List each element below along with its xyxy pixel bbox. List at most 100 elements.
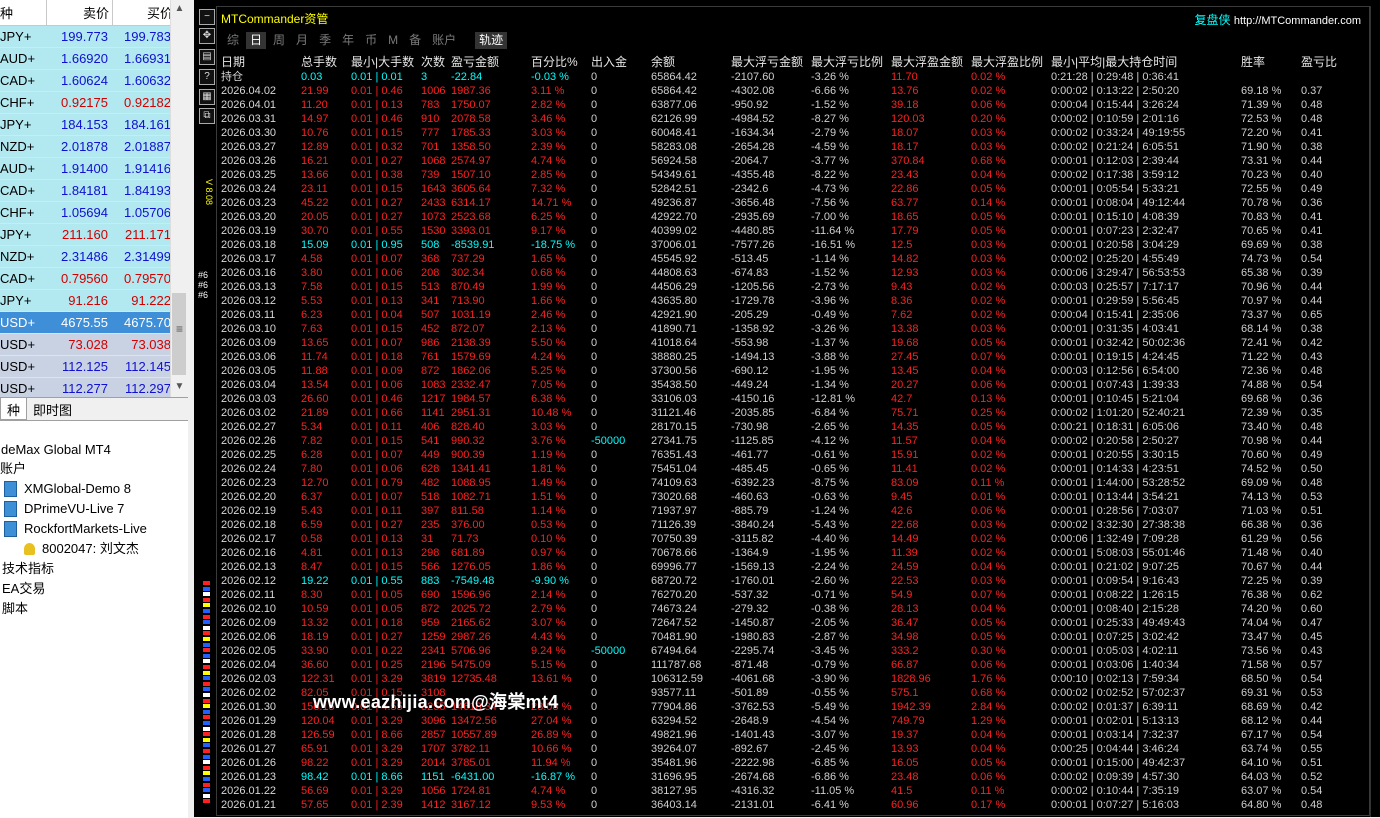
- account-item-rockfort[interactable]: RockfortMarkets-Live: [0, 519, 188, 539]
- column-header[interactable]: 百分比%: [531, 54, 578, 70]
- table-row[interactable]: 2026.03.11 6.23 0.01 | 0.04 507 1031.19 2.46 …: [217, 308, 1369, 322]
- table-row[interactable]: 2026.02.24 7.80 0.01 | 0.06 628 1341.41 1.81 …: [217, 462, 1369, 476]
- scripts-node[interactable]: 脚本: [0, 599, 188, 619]
- indicators-node[interactable]: 技术指标: [0, 559, 188, 579]
- table-row[interactable]: 2026.01.21 57.65 0.01 | 2.39 1412 3167.12 9.5…: [217, 798, 1369, 812]
- market-watch-row[interactable]: NZD+ 2.01878 2.01887: [0, 136, 188, 158]
- market-watch-row[interactable]: USD+ 112.277 112.297: [0, 378, 188, 398]
- account-item-dprime[interactable]: DPrimeVU-Live 7: [0, 499, 188, 519]
- table-row[interactable]: 2026.03.24 23.11 0.01 | 0.15 1643 3605.64 7.3…: [217, 182, 1369, 196]
- table-row[interactable]: 2026.03.09 13.65 0.01 | 0.07 986 2138.39 5.50…: [217, 336, 1369, 350]
- move-icon[interactable]: ✥: [199, 28, 215, 44]
- brand-url[interactable]: http://MTCommander.com: [1234, 15, 1361, 27]
- column-header[interactable]: 最小|大手数: [351, 54, 414, 70]
- column-header[interactable]: 最大浮盈金额: [891, 54, 963, 70]
- period-tab[interactable]: 月: [292, 32, 312, 49]
- table-row[interactable]: 2026.01.23 98.42 0.01 | 8.66 1151 -6431.00 -1…: [217, 770, 1369, 784]
- table-row[interactable]: 2026.03.26 16.21 0.01 | 0.27 1068 2574.97 4.7…: [217, 154, 1369, 168]
- column-header[interactable]: 最小|平均|最大持仓时间: [1051, 54, 1177, 70]
- table-row[interactable]: 2026.03.18 15.09 0.01 | 0.95 508 -8539.91 -18…: [217, 238, 1369, 252]
- table-row[interactable]: 2026.03.10 7.63 0.01 | 0.15 452 872.07 2.13 %…: [217, 322, 1369, 336]
- period-tab[interactable]: M: [384, 32, 402, 49]
- market-watch-row[interactable]: AUD+ 1.91400 1.91416: [0, 158, 188, 180]
- table-row[interactable]: 2026.02.19 5.43 0.01 | 0.11 397 811.58 1.14 %…: [217, 504, 1369, 518]
- table-row[interactable]: 2026.01.26 98.22 0.01 | 3.29 2014 3785.01 11.…: [217, 756, 1369, 770]
- minimize-icon[interactable]: −: [199, 9, 215, 25]
- table-row[interactable]: 2026.02.06 18.19 0.01 | 0.27 1259 2987.26 4.4…: [217, 630, 1369, 644]
- table-row[interactable]: 2026.02.27 5.34 0.01 | 0.11 406 828.40 3.03 %…: [217, 420, 1369, 434]
- table-row[interactable]: 2026.02.12 19.22 0.01 | 0.55 883 -7549.48 -9.…: [217, 574, 1369, 588]
- market-watch-scrollbar[interactable]: ▲ ≡ ▼: [170, 0, 188, 398]
- save-icon[interactable]: ▤: [199, 49, 215, 65]
- table-row[interactable]: 2026.03.17 4.58 0.01 | 0.07 368 737.29 1.65 %…: [217, 252, 1369, 266]
- panel-brand[interactable]: 复盘侠 http://MTCommander.com: [1194, 11, 1361, 28]
- table-row[interactable]: 2026.03.31 14.97 0.01 | 0.46 910 2078.58 3.46…: [217, 112, 1369, 126]
- table-row[interactable]: 2026.03.16 3.80 0.01 | 0.06 208 302.34 0.68 %…: [217, 266, 1369, 280]
- column-header[interactable]: 最大浮亏比例: [811, 54, 883, 70]
- column-header[interactable]: 余额: [651, 54, 675, 70]
- table-row[interactable]: 2026.02.20 6.37 0.01 | 0.07 518 1082.71 1.51 …: [217, 490, 1369, 504]
- table-row[interactable]: 持仓 0.03 0.01 | 0.01 3 -22.84 -0.03 % 0 65864.42…: [217, 70, 1369, 84]
- market-watch-row[interactable]: JPY+ 91.216 91.222: [0, 290, 188, 312]
- period-tab[interactable]: 日: [246, 32, 267, 49]
- bid-column-header[interactable]: 卖价: [47, 0, 113, 25]
- table-row[interactable]: 2026.03.02 21.89 0.01 | 0.66 1141 2951.31 10.…: [217, 406, 1369, 420]
- table-row[interactable]: 2026.03.30 10.76 0.01 | 0.15 777 1785.33 3.03…: [217, 126, 1369, 140]
- symbol-column-header[interactable]: 种: [0, 0, 47, 25]
- market-watch-row[interactable]: JPY+ 184.153 184.161: [0, 114, 188, 136]
- table-row[interactable]: 2026.04.01 11.20 0.01 | 0.13 783 1750.07 2.82…: [217, 98, 1369, 112]
- table-row[interactable]: 2026.02.16 4.81 0.01 | 0.13 298 681.89 0.97 %…: [217, 546, 1369, 560]
- market-watch-row[interactable]: USD+ 73.028 73.038: [0, 334, 188, 356]
- column-header[interactable]: 最大浮亏金额: [731, 54, 803, 70]
- table-row[interactable]: 2026.01.22 56.69 0.01 | 3.29 1056 1724.81 4.7…: [217, 784, 1369, 798]
- column-header[interactable]: 最大浮盈比例: [971, 54, 1043, 70]
- market-watch-row[interactable]: AUD+ 1.66920 1.66931: [0, 48, 188, 70]
- table-row[interactable]: 2026.02.13 8.47 0.01 | 0.15 566 1276.05 1.86 …: [217, 560, 1369, 574]
- user-account-item[interactable]: 8002047: 刘文杰: [0, 539, 188, 559]
- market-watch-row[interactable]: NZD+ 2.31486 2.31499: [0, 246, 188, 268]
- table-row[interactable]: 2026.02.09 13.32 0.01 | 0.18 959 2165.62 3.07…: [217, 616, 1369, 630]
- table-row[interactable]: 2026.02.18 6.59 0.01 | 0.27 235 376.00 0.53 %…: [217, 518, 1369, 532]
- period-tab[interactable]: 年: [338, 32, 358, 49]
- ask-column-header[interactable]: 买价: [113, 0, 177, 25]
- column-header[interactable]: 次数: [421, 54, 445, 70]
- table-row[interactable]: 2026.02.05 33.90 0.01 | 0.22 2341 5706.96 9.2…: [217, 644, 1369, 658]
- period-tab[interactable]: 账户: [428, 32, 460, 49]
- table-row[interactable]: 2026.02.03 122.31 0.01 | 3.29 3819 12735.48 1…: [217, 672, 1369, 686]
- navigator-title[interactable]: deMax Global MT4: [0, 441, 188, 459]
- column-header[interactable]: 盈亏比: [1301, 54, 1337, 70]
- account-item-xm[interactable]: XMGlobal-Demo 8: [0, 479, 188, 499]
- help-icon[interactable]: ?: [199, 69, 215, 85]
- table-row[interactable]: 2026.02.25 6.28 0.01 | 0.07 449 900.39 1.19 %…: [217, 448, 1369, 462]
- period-tab[interactable]: 综: [223, 32, 243, 49]
- table-row[interactable]: 2026.03.23 45.22 0.01 | 0.27 2433 6314.17 14.…: [217, 196, 1369, 210]
- table-row[interactable]: 2026.01.29 120.04 0.01 | 3.29 3096 13472.56 2…: [217, 714, 1369, 728]
- column-header[interactable]: 胜率: [1241, 54, 1265, 70]
- chart-window[interactable]: − ✥ ▤ ? ▦ ⧉ V 8.08 #6 #6 #6 MTCommander资…: [194, 0, 1380, 817]
- market-watch-row[interactable]: CHF+ 1.05694 1.05706: [0, 202, 188, 224]
- table-row[interactable]: 2026.03.25 13.66 0.01 | 0.38 739 1507.10 2.85…: [217, 168, 1369, 182]
- table-row[interactable]: 2026.02.10 10.59 0.01 | 0.05 872 2025.72 2.79…: [217, 602, 1369, 616]
- table-row[interactable]: 2026.02.04 36.60 0.01 | 0.25 2196 5475.09 5.1…: [217, 658, 1369, 672]
- table-row[interactable]: 2026.02.23 12.70 0.01 | 0.79 482 1088.95 1.49…: [217, 476, 1369, 490]
- table-row[interactable]: 2026.03.06 11.74 0.01 | 0.18 761 1579.69 4.24…: [217, 350, 1369, 364]
- period-tab[interactable]: 周: [269, 32, 289, 49]
- table-row[interactable]: 2026.01.28 126.59 0.01 | 8.66 2857 10557.89 2…: [217, 728, 1369, 742]
- column-header[interactable]: 出入金: [591, 54, 627, 70]
- tab-tick-chart[interactable]: 即时图: [27, 398, 78, 420]
- column-header[interactable]: 总手数: [301, 54, 337, 70]
- tab-symbols[interactable]: 种: [0, 398, 28, 420]
- table-row[interactable]: 2026.02.17 0.58 0.01 | 0.13 31 71.73 0.10 % 0 7…: [217, 532, 1369, 546]
- accounts-node[interactable]: 账户: [0, 459, 188, 479]
- table-row[interactable]: 2026.03.05 11.88 0.01 | 0.09 872 1862.06 5.25…: [217, 364, 1369, 378]
- market-watch-row[interactable]: USD+ 112.125 112.145: [0, 356, 188, 378]
- table-row[interactable]: 2026.02.11 8.30 0.01 | 0.05 690 1596.96 2.14 …: [217, 588, 1369, 602]
- expert-advisors-node[interactable]: EA交易: [0, 579, 188, 599]
- scroll-down-icon[interactable]: ▼: [171, 378, 188, 395]
- table-row[interactable]: 2026.03.12 5.53 0.01 | 0.13 341 713.90 1.66 %…: [217, 294, 1369, 308]
- market-watch-row[interactable]: CAD+ 0.79560 0.79570: [0, 268, 188, 290]
- period-tab[interactable]: 币: [361, 32, 381, 49]
- period-tab[interactable]: 备: [405, 32, 425, 49]
- table-row[interactable]: 2026.02.26 7.82 0.01 | 0.15 541 990.32 3.76 %…: [217, 434, 1369, 448]
- market-watch-row[interactable]: USD+ 4675.55 4675.70: [0, 312, 188, 334]
